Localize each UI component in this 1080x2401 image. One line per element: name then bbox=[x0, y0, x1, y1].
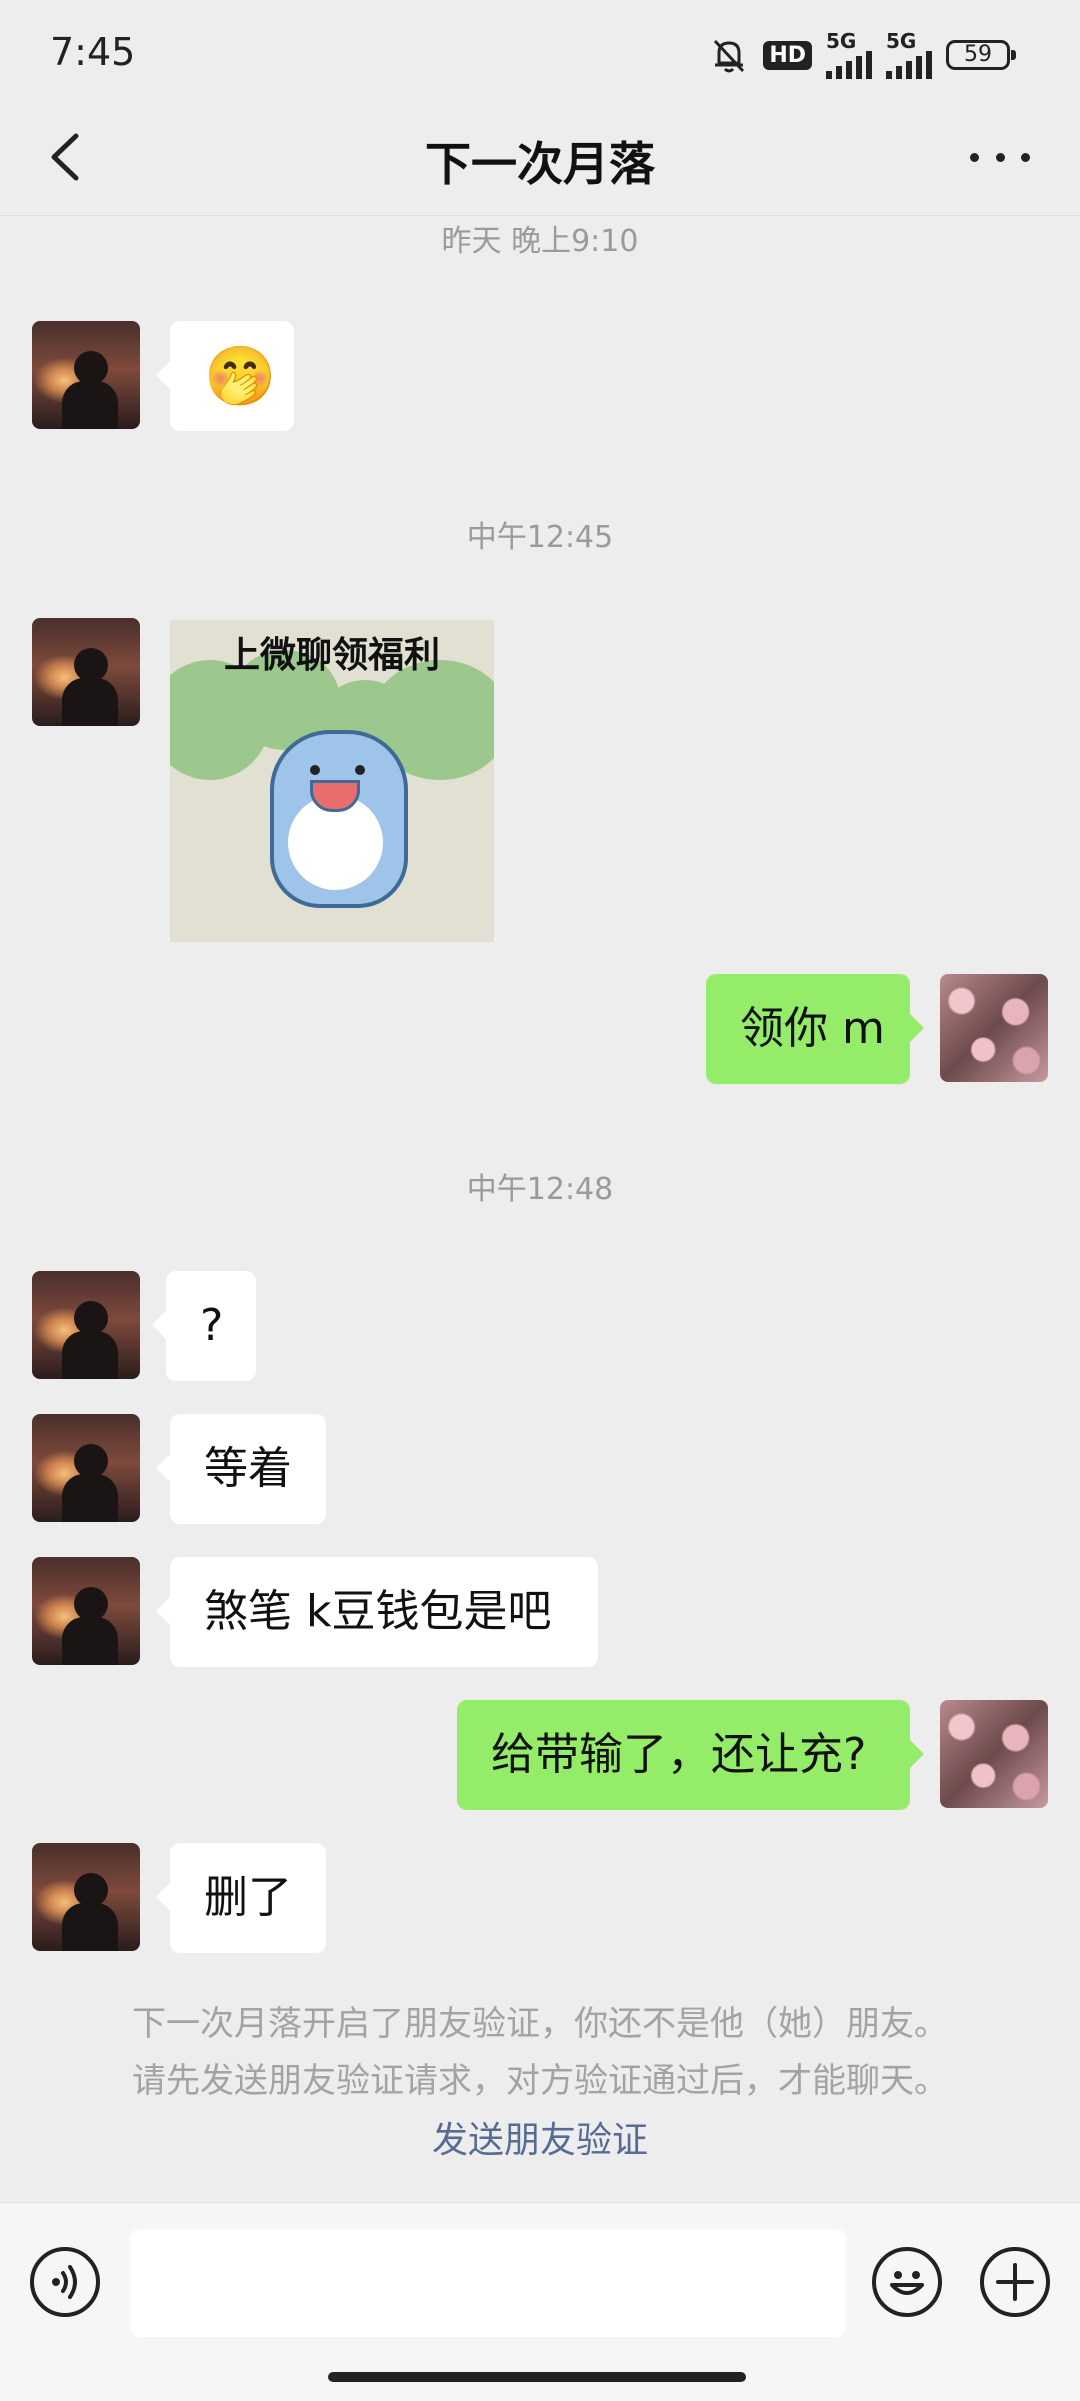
chat-header: 下一次月落 bbox=[0, 100, 1080, 216]
send-verification-link[interactable]: 发送朋友验证 bbox=[0, 2111, 1080, 2163]
more-options-icon[interactable] bbox=[970, 145, 1030, 170]
message-bubble-received[interactable]: 删了 bbox=[156, 1843, 326, 1953]
home-indicator[interactable] bbox=[328, 2372, 746, 2382]
timestamp: 中午12:48 bbox=[466, 1172, 614, 1207]
verification-notice-line2: 请先发送朋友验证请求，对方验证通过后，才能聊天。 bbox=[132, 2061, 948, 2101]
message-input[interactable] bbox=[130, 2229, 846, 2337]
mute-bell-icon bbox=[714, 39, 745, 73]
message-bubble-received[interactable]: ? bbox=[152, 1271, 256, 1381]
contact-avatar[interactable] bbox=[32, 1843, 140, 1951]
contact-avatar[interactable] bbox=[32, 1557, 140, 1665]
message-bubble-sent[interactable]: 给带输了，还让充? bbox=[457, 1700, 924, 1810]
contact-avatar[interactable] bbox=[32, 1414, 140, 1522]
message-bubble-sent[interactable]: 领你 m bbox=[706, 974, 924, 1084]
contact-avatar[interactable] bbox=[32, 1271, 140, 1379]
hand-over-mouth-emoji: 🤭 bbox=[204, 342, 277, 410]
signal-2: 5G bbox=[886, 31, 932, 79]
message-bubble-received[interactable]: 煞笔 k豆钱包是吧 bbox=[156, 1557, 598, 1667]
contact-avatar[interactable] bbox=[32, 321, 140, 429]
sticker-caption: 上微聊领福利 bbox=[223, 635, 440, 676]
my-avatar[interactable] bbox=[940, 974, 1048, 1082]
contact-avatar[interactable] bbox=[32, 618, 140, 726]
hd-badge: HD bbox=[763, 40, 812, 70]
sticker-image[interactable]: 上微聊领福利 bbox=[170, 620, 494, 942]
verification-notice-line1: 下一次月落开启了朋友验证，你还不是他（她）朋友。 bbox=[132, 2004, 948, 2044]
message-bubble-received[interactable]: 等着 bbox=[156, 1414, 326, 1524]
voice-input-icon[interactable] bbox=[30, 2247, 100, 2317]
status-bar: 7:45 HD 5G 5G 59 bbox=[0, 0, 1080, 100]
chat-title: 下一次月落 bbox=[425, 137, 655, 191]
status-icons: HD 5G 5G 59 bbox=[709, 30, 1016, 80]
plus-icon[interactable] bbox=[980, 2247, 1050, 2317]
network-label-1: 5G bbox=[826, 29, 857, 53]
battery-icon: 59 bbox=[946, 40, 1016, 70]
my-avatar[interactable] bbox=[940, 1700, 1048, 1808]
timestamp: 中午12:45 bbox=[466, 520, 614, 555]
emoji-icon[interactable] bbox=[872, 2247, 942, 2317]
status-time: 7:45 bbox=[50, 30, 136, 74]
timestamp: 昨天 晚上9:10 bbox=[441, 224, 639, 259]
signal-bars-icon bbox=[826, 51, 872, 79]
signal-bars-icon bbox=[886, 51, 932, 79]
network-label-2: 5G bbox=[886, 29, 917, 53]
message-bubble-received[interactable]: 🤭 bbox=[156, 321, 294, 431]
signal-1: 5G bbox=[826, 31, 872, 79]
